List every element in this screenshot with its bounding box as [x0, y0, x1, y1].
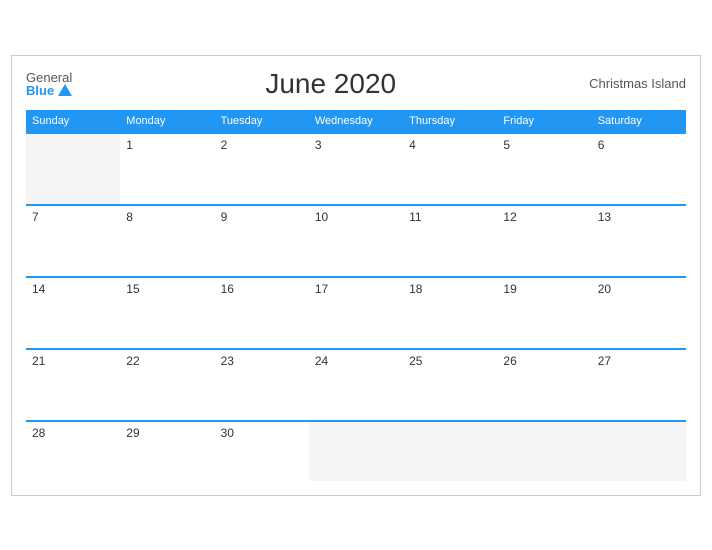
calendar-cell: 7: [26, 205, 120, 277]
day-number: 17: [315, 282, 328, 296]
calendar-cell: 16: [215, 277, 309, 349]
calendar-cell: 9: [215, 205, 309, 277]
calendar-cell: 3: [309, 133, 403, 205]
weekday-header-wednesday: Wednesday: [309, 110, 403, 133]
calendar-cell: 29: [120, 421, 214, 481]
day-number: 6: [598, 138, 605, 152]
calendar-cell: [309, 421, 403, 481]
weekday-header-monday: Monday: [120, 110, 214, 133]
calendar-cell: 23: [215, 349, 309, 421]
calendar-cell: 24: [309, 349, 403, 421]
calendar-cell: 26: [497, 349, 591, 421]
weekday-header-sunday: Sunday: [26, 110, 120, 133]
day-number: 29: [126, 426, 139, 440]
day-number: 25: [409, 354, 422, 368]
day-number: 12: [503, 210, 516, 224]
day-number: 15: [126, 282, 139, 296]
calendar-cell: 28: [26, 421, 120, 481]
calendar-header: General Blue June 2020 Christmas Island: [26, 68, 686, 100]
calendar-cell: 19: [497, 277, 591, 349]
logo-triangle-icon: [58, 84, 72, 96]
calendar-container: General Blue June 2020 Christmas Island …: [11, 55, 701, 496]
day-number: 13: [598, 210, 611, 224]
day-number: 14: [32, 282, 45, 296]
calendar-cell: 13: [592, 205, 686, 277]
logo-blue-text: Blue: [26, 84, 72, 97]
day-number: 23: [221, 354, 234, 368]
day-number: 10: [315, 210, 328, 224]
calendar-cell: 4: [403, 133, 497, 205]
day-number: 7: [32, 210, 39, 224]
weekday-header-saturday: Saturday: [592, 110, 686, 133]
day-number: 22: [126, 354, 139, 368]
day-number: 9: [221, 210, 228, 224]
calendar-cell: 11: [403, 205, 497, 277]
week-row-2: 7 8 9 10 11 12 13: [26, 205, 686, 277]
logo-general-text: General: [26, 71, 72, 84]
week-row-1: 1 2 3 4 5 6: [26, 133, 686, 205]
calendar-cell: 21: [26, 349, 120, 421]
calendar-cell: 18: [403, 277, 497, 349]
day-number: 28: [32, 426, 45, 440]
calendar-cell: 1: [120, 133, 214, 205]
day-number: 20: [598, 282, 611, 296]
day-number: 21: [32, 354, 45, 368]
calendar-cell: 17: [309, 277, 403, 349]
calendar-cell: [497, 421, 591, 481]
calendar-cell: 5: [497, 133, 591, 205]
day-number: 18: [409, 282, 422, 296]
calendar-location: Christmas Island: [589, 76, 686, 91]
day-number: 24: [315, 354, 328, 368]
day-number: 4: [409, 138, 416, 152]
day-number: 2: [221, 138, 228, 152]
week-row-3: 14 15 16 17 18 19 20: [26, 277, 686, 349]
day-number: 16: [221, 282, 234, 296]
calendar-cell: [403, 421, 497, 481]
weekday-header-row: SundayMondayTuesdayWednesdayThursdayFrid…: [26, 110, 686, 133]
day-number: 5: [503, 138, 510, 152]
calendar-cell: 2: [215, 133, 309, 205]
logo: General Blue: [26, 71, 72, 97]
weekday-header-thursday: Thursday: [403, 110, 497, 133]
calendar-title: June 2020: [265, 68, 396, 100]
week-row-4: 21 22 23 24 25 26 27: [26, 349, 686, 421]
calendar-cell: 25: [403, 349, 497, 421]
calendar-cell: 20: [592, 277, 686, 349]
day-number: 19: [503, 282, 516, 296]
calendar-cell: 6: [592, 133, 686, 205]
day-number: 26: [503, 354, 516, 368]
day-number: 27: [598, 354, 611, 368]
day-number: 11: [409, 210, 421, 224]
calendar-cell: 15: [120, 277, 214, 349]
day-number: 3: [315, 138, 322, 152]
weekday-header-tuesday: Tuesday: [215, 110, 309, 133]
calendar-cell: 30: [215, 421, 309, 481]
calendar-cell: [592, 421, 686, 481]
day-number: 1: [126, 138, 133, 152]
week-row-5: 28 29 30: [26, 421, 686, 481]
calendar-cell: 27: [592, 349, 686, 421]
day-number: 8: [126, 210, 133, 224]
calendar-grid: SundayMondayTuesdayWednesdayThursdayFrid…: [26, 110, 686, 481]
weekday-header-friday: Friday: [497, 110, 591, 133]
day-number: 30: [221, 426, 234, 440]
calendar-cell: 10: [309, 205, 403, 277]
calendar-cell: 14: [26, 277, 120, 349]
calendar-cell: 8: [120, 205, 214, 277]
calendar-cell: 12: [497, 205, 591, 277]
calendar-cell: 22: [120, 349, 214, 421]
calendar-cell: [26, 133, 120, 205]
